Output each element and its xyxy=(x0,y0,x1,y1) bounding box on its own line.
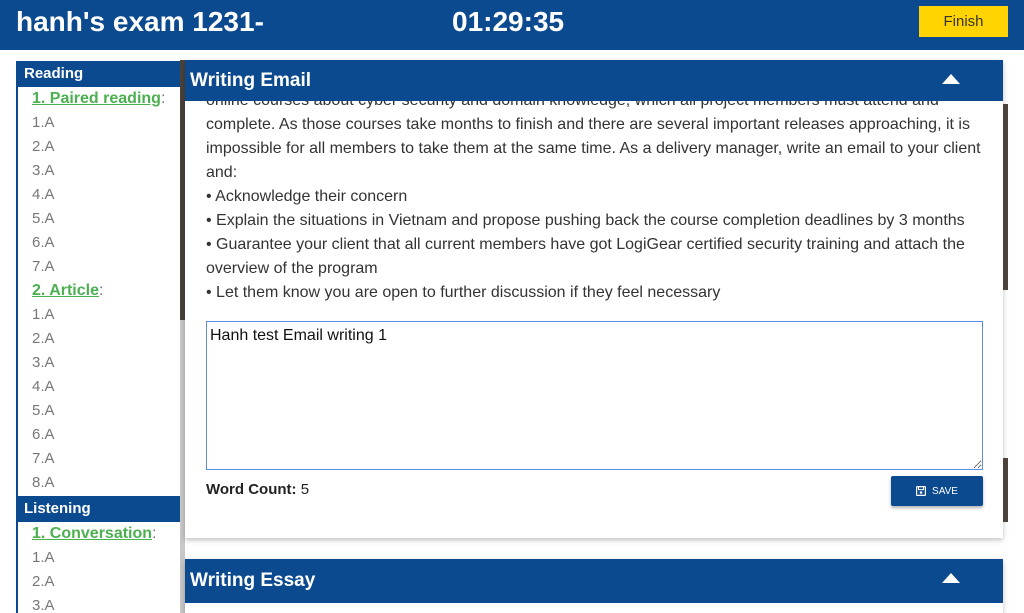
group-link-conversation[interactable]: 1. Conversation xyxy=(32,525,152,542)
prompt-line: and: xyxy=(206,164,238,181)
question-item[interactable]: 5.A xyxy=(18,207,180,231)
section-header-listening: Listening xyxy=(18,496,180,522)
question-item[interactable]: 2.A xyxy=(18,570,180,594)
question-item[interactable]: 7.A xyxy=(18,255,180,279)
floppy-disk-icon xyxy=(916,486,927,496)
email-answer-textarea[interactable]: Hanh test Email writing 1 xyxy=(206,321,983,470)
group-link-paired-reading[interactable]: 1. Paired reading xyxy=(32,90,161,107)
prompt-line: online courses about cyber security and … xyxy=(206,101,983,113)
question-navigator: Reading 1. Paired reading: 1.A 2.A 3.A 4… xyxy=(16,61,180,613)
email-prompt: online courses about cyber security and … xyxy=(206,101,983,305)
content-scrollbar-thumb[interactable] xyxy=(1003,458,1008,522)
top-bar: hanh's exam 1231- 01:29:35 Finish xyxy=(0,0,1024,50)
question-item[interactable]: 2.A xyxy=(18,327,180,351)
chevron-up-icon[interactable] xyxy=(942,573,960,583)
question-item[interactable]: 8.A xyxy=(18,471,180,495)
prompt-line: • Guarantee your client that all current… xyxy=(206,236,965,253)
writing-email-title: Writing Email xyxy=(190,70,312,91)
group-title: 1. Paired reading: xyxy=(18,87,180,111)
content-scrollbar-thumb[interactable] xyxy=(1003,104,1008,290)
question-item[interactable]: 1.A xyxy=(18,546,180,570)
question-item[interactable]: 1.A xyxy=(18,111,180,135)
question-item[interactable]: 4.A xyxy=(18,183,180,207)
group-colon: : xyxy=(160,90,166,107)
word-count: Word Count: 5 xyxy=(206,480,309,500)
prompt-line: • Explain the situations in Vietnam and … xyxy=(206,212,965,229)
writing-essay-header[interactable]: Writing Essay xyxy=(185,559,1003,603)
word-count-label: Word Count: xyxy=(206,481,297,498)
save-button[interactable]: SAVE xyxy=(891,476,983,506)
question-item[interactable]: 3.A xyxy=(18,159,180,183)
question-item[interactable]: 6.A xyxy=(18,423,180,447)
question-item[interactable]: 2.A xyxy=(18,135,180,159)
section-header-reading: Reading xyxy=(18,61,180,87)
question-item[interactable]: 3.A xyxy=(18,594,180,613)
chevron-up-icon[interactable] xyxy=(942,74,960,84)
writing-email-card: Writing Email online courses about cyber… xyxy=(185,60,1003,538)
question-item[interactable]: 6.A xyxy=(18,231,180,255)
writing-essay-title: Writing Essay xyxy=(190,570,316,591)
question-item[interactable]: 4.A xyxy=(18,375,180,399)
question-item[interactable]: 5.A xyxy=(18,399,180,423)
prompt-line: • Acknowledge their concern xyxy=(206,188,408,205)
group-colon: : xyxy=(152,525,157,542)
countdown-timer: 01:29:35 xyxy=(452,6,565,37)
prompt-line: overview of the program xyxy=(206,260,378,277)
question-item[interactable]: 3.A xyxy=(18,351,180,375)
save-label: SAVE xyxy=(932,485,958,497)
question-item[interactable]: 1.A xyxy=(18,303,180,327)
finish-button[interactable]: Finish xyxy=(919,6,1008,37)
prompt-line: complete. As those courses take months t… xyxy=(206,116,970,133)
exam-title: hanh's exam 1231- xyxy=(16,6,264,37)
group-title: 1. Conversation: xyxy=(18,522,180,546)
word-count-value: 5 xyxy=(300,481,310,498)
group-title: 2. Article: xyxy=(18,279,180,303)
group-colon: : xyxy=(99,282,104,299)
prompt-line: • Let them know you are open to further … xyxy=(206,284,721,301)
group-link-article[interactable]: 2. Article xyxy=(32,282,99,299)
prompt-line: impossible for all members to take them … xyxy=(206,140,981,157)
writing-email-header[interactable]: Writing Email xyxy=(185,60,1003,101)
question-item[interactable]: 7.A xyxy=(18,447,180,471)
writing-essay-card: Writing Essay xyxy=(185,559,1003,613)
